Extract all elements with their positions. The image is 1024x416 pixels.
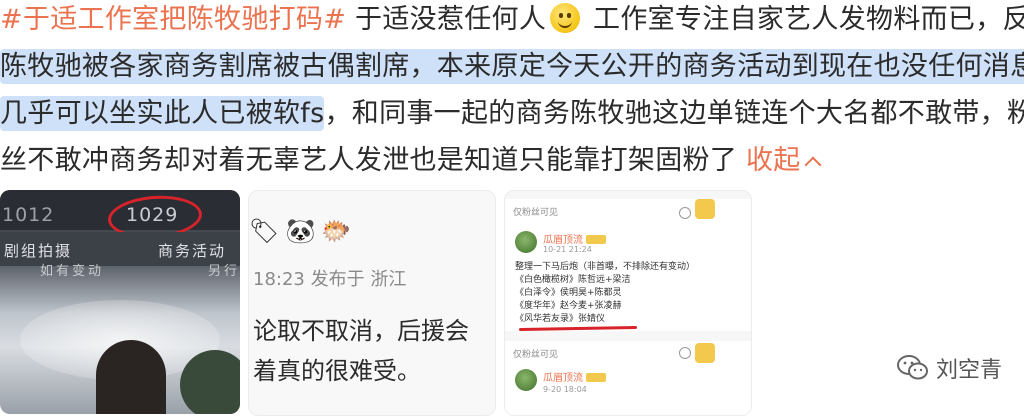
- watermark-text: 刘空青: [935, 358, 1002, 383]
- post-body: 整理一下马后炮（非首曝，不排除还有变动） 《白色橄榄树》陈哲远+梁洁 《白泽令》…: [515, 261, 695, 326]
- person-figure: [96, 340, 166, 414]
- post-line-1: #于适工作室把陈牧驰打码# 于适没惹任何人 工作室专注自家艺人发物料而已，反倒: [0, 0, 1024, 45]
- screenshot-text-1: 论取不取消，后援会: [253, 317, 469, 345]
- image-thumbnail-1[interactable]: 1012 1029 剧组拍摄 商务活动 如有变动 另行: [0, 190, 240, 414]
- post-time: 10-21 21:24: [543, 245, 592, 254]
- red-underline-mark: [518, 325, 638, 332]
- tag-emoji-icon: 🏷: [249, 217, 280, 245]
- chevron-up-icon: [804, 156, 822, 174]
- shield-badge-icon: [695, 343, 715, 363]
- fish-emoji-icon: 🐡: [321, 217, 352, 245]
- collapse-label: 收起: [746, 145, 801, 176]
- username: 瓜眉顶流: [543, 373, 583, 384]
- vip-badge-icon: [586, 235, 606, 244]
- avatar: [515, 369, 537, 391]
- schedule-sub-a: 如有变动: [40, 264, 105, 279]
- body-line: 整理一下马后炮（非首曝，不排除还有变动）: [515, 262, 696, 272]
- post-line-3: 几乎可以坐实此人已被软fs，和同事一起的商务陈牧驰这边单链连个大名都不敢带，粉: [0, 88, 1024, 139]
- image-thumbnail-2[interactable]: 🏷 🐼 🐡 18:23 发布于 浙江 论取不取消，后援会 着真的很难受。: [248, 190, 496, 416]
- body-line: 《白色橄榄树》陈哲远+梁洁: [515, 275, 631, 285]
- date-left: 1012: [2, 204, 55, 226]
- shield-badge-icon: [695, 199, 715, 219]
- post-line-4-a: 丝不敢冲商务却对着无辜艺人发泄也是知道只能靠打架固粉了: [0, 145, 738, 176]
- post-line-1-b: 工作室专注自家艺人发物料而已，反倒: [584, 4, 1024, 35]
- post-time: 9-20 18:04: [543, 385, 587, 394]
- schedule-label-a: 剧组拍摄: [4, 242, 73, 260]
- vip-badge-icon: [586, 373, 606, 382]
- collapse-button[interactable]: 收起: [746, 145, 822, 176]
- body-line: 《风华若友录》张婧仪: [515, 314, 606, 324]
- post-meta: 18:23 发布于 浙江: [253, 269, 407, 290]
- tree-shape: [180, 350, 240, 414]
- highlighted-text: 陈牧驰被各家商务割席被古偶割席，本来原定今天公开的商务活动到现在也没任何消息: [0, 49, 1024, 84]
- post-line-4: 丝不敢冲商务却对着无辜艺人发泄也是知道只能靠打架固粉了 收起: [0, 135, 822, 186]
- topic-tag[interactable]: #于适工作室把陈牧驰打码#: [0, 4, 346, 35]
- avatar: [515, 231, 537, 253]
- panda-emoji-icon: 🐼: [285, 217, 316, 245]
- post-card-1: 仅粉丝可见 瓜眉顶流 10-21 21:24 整理一下马后炮（非首曝，不排除还有…: [505, 199, 751, 332]
- schedule-sub-b: 另行: [208, 264, 240, 279]
- post-card-2: 仅粉丝可见 瓜眉顶流 9-20 18:04: [505, 341, 751, 415]
- highlighted-text-2: 几乎可以坐实此人已被软fs: [0, 96, 325, 131]
- post-line-2: 陈牧驰被各家商务割席被古偶割席，本来原定今天公开的商务活动到现在也没任何消息: [0, 41, 1024, 92]
- image-thumbnail-3[interactable]: 仅粉丝可见 瓜眉顶流 10-21 21:24 整理一下马后炮（非首曝，不排除还有…: [504, 190, 752, 416]
- post-line-1-a: 于适没惹任何人: [346, 4, 547, 35]
- body-line: 《度华年》赵今麦+张凌赫: [515, 301, 622, 311]
- fans-only-label: 仅粉丝可见: [513, 350, 559, 360]
- soccer-ball-icon: [679, 207, 691, 219]
- body-line: 《白泽令》侯明昊+陈都灵: [515, 288, 622, 298]
- soccer-ball-icon: [679, 347, 691, 359]
- fans-only-label: 仅粉丝可见: [513, 208, 559, 218]
- post-line-3-b: ，和同事一起的商务陈牧驰这边单链连个大名都不敢带，粉: [324, 98, 1024, 129]
- watermark: 刘空青: [896, 352, 1002, 384]
- smiley-emoji-icon: [550, 3, 581, 33]
- screenshot-text-2: 着真的很难受。: [253, 357, 421, 385]
- schedule-label-b: 商务活动: [158, 242, 227, 260]
- emoji-row: 🏷 🐼 🐡: [249, 217, 357, 245]
- wechat-icon: [896, 355, 928, 380]
